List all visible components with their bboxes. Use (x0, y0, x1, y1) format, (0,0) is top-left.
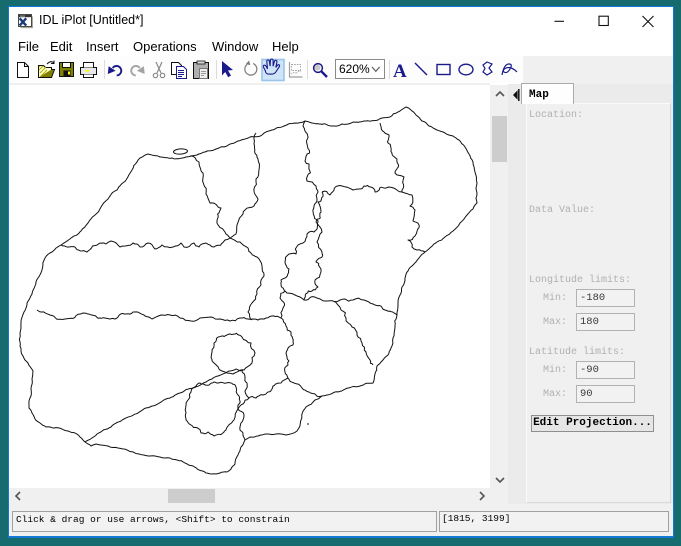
svg-text:A: A (393, 61, 407, 82)
svg-text:620%: 620% (339, 62, 370, 76)
